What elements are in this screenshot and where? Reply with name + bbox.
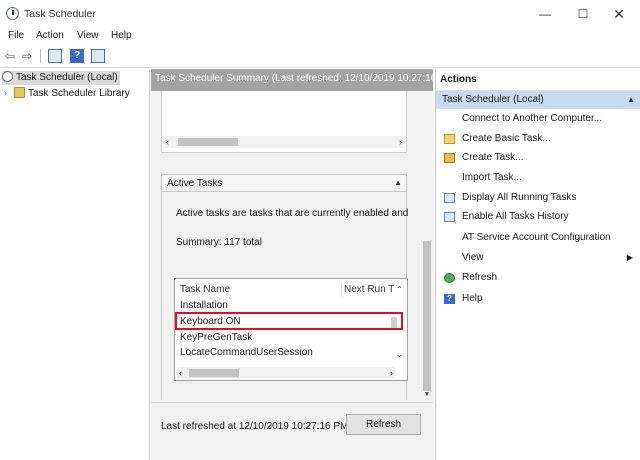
column-header-task-name[interactable]: Task Name: [180, 284, 230, 295]
overview-section: ‹ ›: [161, 91, 407, 153]
history-icon: [444, 212, 455, 222]
scroll-down-icon[interactable]: ▼: [421, 391, 433, 398]
action-label: Connect to Another Computer...: [462, 113, 603, 124]
scrollbar-thumb[interactable]: [423, 241, 431, 391]
column-header-next-run-time[interactable]: Next Run T: [344, 284, 394, 295]
action-enable-all-tasks-history[interactable]: Enable All Tasks History: [436, 208, 640, 226]
scroll-left-icon[interactable]: ‹: [179, 367, 182, 379]
folder-icon: [14, 87, 25, 98]
active-tasks-list[interactable]: Task Name Next Run T ⌃ Installation Keyb…: [174, 278, 408, 381]
action-label: Enable All Tasks History: [462, 211, 569, 222]
scroll-down-icon[interactable]: ⌄: [396, 350, 403, 359]
task-icon: [444, 153, 455, 163]
summary-pane: Task Scheduler Summary (Last refreshed: …: [151, 69, 433, 460]
clock-icon: [2, 71, 13, 82]
show-hide-console-tree-icon[interactable]: [48, 49, 62, 63]
active-tasks-header[interactable]: Active Tasks ▲: [161, 174, 407, 192]
tree-item-label: Task Scheduler (Local): [16, 72, 118, 83]
tree-item-task-scheduler-local[interactable]: Task Scheduler (Local): [2, 71, 120, 85]
actions-group-task-scheduler-local[interactable]: Task Scheduler (Local) ▲: [436, 91, 640, 109]
action-label: Refresh: [462, 272, 498, 283]
action-label: Create Task...: [462, 152, 524, 163]
last-refreshed-text: Last refreshed at 12/10/2019 10:27:16 PM: [161, 421, 349, 432]
summary-header: Task Scheduler Summary (Last refreshed: …: [151, 69, 433, 91]
scroll-left-icon[interactable]: ‹: [166, 136, 169, 148]
action-connect-to-another-computer[interactable]: Connect to Another Computer...: [436, 110, 640, 128]
help-icon[interactable]: ?: [70, 49, 84, 63]
menu-action[interactable]: Action: [36, 30, 64, 41]
window-title: Task Scheduler: [24, 8, 96, 20]
maximize-button[interactable]: ☐: [568, 4, 598, 24]
action-create-task[interactable]: Create Task...: [436, 149, 640, 167]
active-tasks-summary: Summary: 117 total: [176, 237, 262, 248]
action-label: Display All Running Tasks: [462, 192, 577, 203]
help-icon: ?: [444, 294, 455, 304]
section-title: Active Tasks: [167, 178, 223, 189]
horizontal-scrollbar[interactable]: ‹ ›: [164, 136, 404, 148]
refresh-button[interactable]: Refresh: [346, 414, 421, 435]
expand-arrow-icon[interactable]: ›: [4, 88, 14, 98]
action-label: Import Task...: [462, 172, 522, 183]
scrollbar-thumb[interactable]: [178, 138, 238, 146]
summary-footer: Last refreshed at 12/10/2019 10:27:16 PM…: [151, 402, 433, 460]
highlight-annotation: [175, 312, 403, 330]
title-bar: Task Scheduler — ☐ ✕: [0, 0, 640, 28]
back-arrow-icon[interactable]: ⇦: [5, 49, 15, 63]
scrollbar-thumb[interactable]: [189, 369, 239, 377]
summary-vertical-scrollbar[interactable]: ▼: [421, 91, 433, 402]
console-tree: Task Scheduler (Local) › Task Scheduler L…: [0, 69, 150, 460]
tree-item-task-scheduler-library[interactable]: › Task Scheduler Library: [4, 87, 130, 101]
summary-content: ‹ › Active Tasks ▲ Active tasks are task…: [151, 91, 421, 402]
actions-pane: Actions Task Scheduler (Local) ▲ Connect…: [435, 69, 640, 460]
active-tasks-body: Active tasks are tasks that are currentl…: [161, 192, 409, 400]
active-tasks-description: Active tasks are tasks that are currentl…: [176, 208, 409, 219]
action-view[interactable]: View ▶: [436, 249, 640, 267]
collapse-icon[interactable]: ▲: [394, 178, 402, 187]
toolbar: ⇦ ⇨ ?: [0, 44, 640, 68]
list-icon: [444, 193, 455, 203]
close-button[interactable]: ✕: [604, 4, 634, 24]
action-import-task[interactable]: Import Task...: [436, 169, 640, 187]
refresh-icon: [444, 273, 455, 283]
action-create-basic-task[interactable]: Create Basic Task...: [436, 130, 640, 148]
action-label: Create Basic Task...: [462, 133, 551, 144]
minimize-button[interactable]: —: [530, 4, 560, 24]
action-display-all-running-tasks[interactable]: Display All Running Tasks: [436, 189, 640, 207]
menu-file[interactable]: File: [8, 30, 24, 41]
task-scheduler-clock-icon: [6, 7, 19, 20]
list-horizontal-scrollbar[interactable]: ‹ ›: [177, 367, 395, 379]
table-row[interactable]: KeyPreGenTask: [180, 332, 252, 346]
actions-title: Actions: [436, 69, 640, 91]
actions-group-label: Task Scheduler (Local): [442, 94, 544, 105]
menu-help[interactable]: Help: [111, 30, 132, 41]
action-label: AT Service Account Configuration: [462, 232, 611, 243]
table-row[interactable]: LocateCommandUserSession: [180, 347, 313, 361]
scroll-right-icon[interactable]: ›: [390, 367, 393, 379]
scroll-up-icon[interactable]: ⌃: [396, 285, 403, 294]
scroll-right-icon[interactable]: ›: [399, 136, 402, 148]
show-hide-action-pane-icon[interactable]: [91, 49, 105, 63]
action-label: Help: [462, 293, 483, 304]
action-label: View: [462, 252, 484, 263]
action-refresh[interactable]: Refresh: [436, 269, 640, 287]
menu-bar: File Action View Help: [0, 28, 640, 44]
forward-arrow-icon[interactable]: ⇨: [22, 49, 32, 63]
wand-icon: [444, 134, 455, 144]
tree-item-label: Task Scheduler Library: [28, 88, 130, 99]
action-help[interactable]: ? Help: [436, 290, 640, 308]
menu-view[interactable]: View: [77, 30, 99, 41]
action-at-service-account-configuration[interactable]: AT Service Account Configuration: [436, 229, 640, 247]
submenu-arrow-icon: ▶: [626, 253, 633, 262]
toolbar-separator: [40, 49, 41, 63]
collapse-icon[interactable]: ▲: [627, 95, 635, 104]
column-divider[interactable]: [341, 282, 342, 297]
